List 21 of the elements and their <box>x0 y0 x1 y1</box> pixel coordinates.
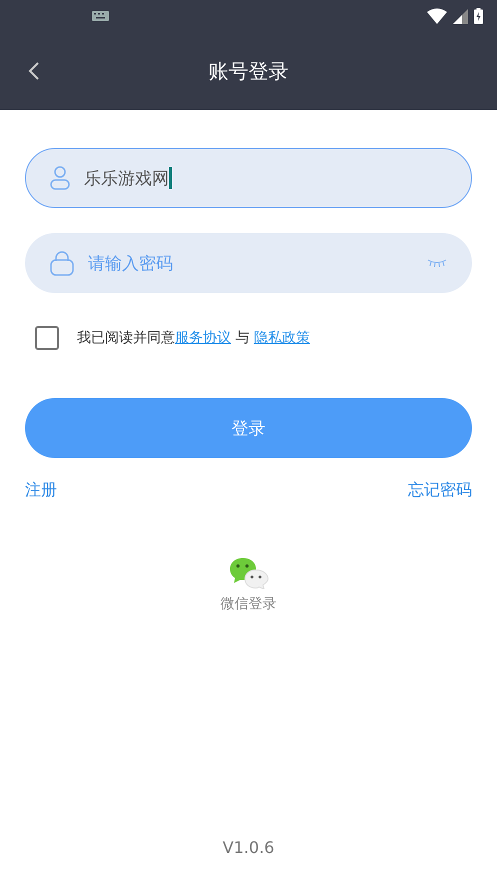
page-title: 账号登录 <box>208 58 288 84</box>
chevron-left-icon <box>28 61 40 81</box>
battery-icon <box>474 8 483 24</box>
login-button[interactable]: 登录 <box>25 398 472 458</box>
signal-icon <box>453 8 468 24</box>
agreement-checkbox[interactable] <box>35 326 59 350</box>
service-agreement-link[interactable]: 服务协议 <box>175 330 231 346</box>
password-field[interactable]: 请输入密码 <box>25 233 472 293</box>
register-link[interactable]: 注册 <box>25 480 57 501</box>
user-icon <box>50 166 70 190</box>
forgot-password-link[interactable]: 忘记密码 <box>408 480 472 501</box>
version-label: V1.0.6 <box>222 838 274 857</box>
keyboard-icon <box>92 11 109 21</box>
text-cursor <box>169 167 172 189</box>
chat-bubbles-icon <box>228 557 268 589</box>
lock-icon <box>50 250 74 276</box>
username-field[interactable]: 乐乐游戏网 <box>25 148 472 208</box>
privacy-policy-link[interactable]: 隐私政策 <box>254 330 310 346</box>
agreement-text: 我已阅读并同意服务协议 与 隐私政策 <box>77 329 310 347</box>
wifi-icon <box>427 8 447 24</box>
wechat-login-button[interactable]: 微信登录 <box>220 557 276 613</box>
